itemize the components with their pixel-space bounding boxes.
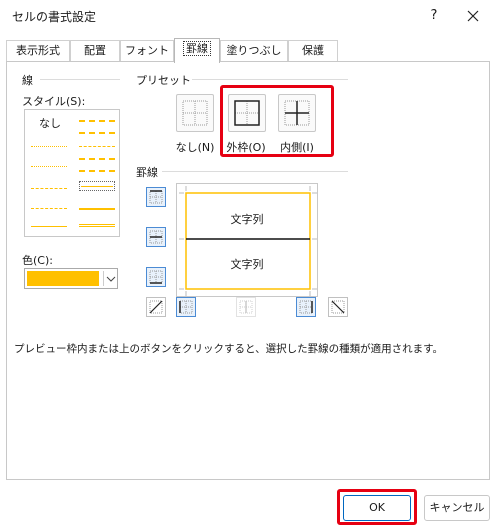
border-top-button[interactable] <box>146 187 166 207</box>
border-outline-icon <box>234 100 260 126</box>
border-bottom-icon <box>149 270 163 284</box>
ok-button[interactable]: OK <box>343 495 411 521</box>
cancel-button[interactable]: キャンセル <box>424 495 490 521</box>
preset-inside-button[interactable] <box>278 94 316 132</box>
tab-font[interactable]: フォント <box>120 40 174 62</box>
close-button[interactable] <box>462 6 484 26</box>
border-right-button[interactable] <box>296 297 316 317</box>
title-bar: セルの書式設定 ? <box>0 0 500 32</box>
tab-fill[interactable]: 塗りつぶし <box>220 40 288 62</box>
border-middle-horizontal-button[interactable] <box>146 227 166 247</box>
border-group-label: 罫線 <box>136 166 158 179</box>
border-preview[interactable]: 文字列 文字列 <box>176 183 318 297</box>
tab-alignment[interactable]: 配置 <box>70 40 120 62</box>
border-none-icon <box>182 100 208 126</box>
line-style-option[interactable] <box>79 120 115 122</box>
diagonal-down-icon <box>331 300 345 314</box>
line-style-option[interactable] <box>79 158 115 160</box>
line-style-option[interactable] <box>31 226 67 227</box>
line-style-list[interactable]: なし <box>24 109 120 237</box>
line-color-dropdown[interactable] <box>24 268 118 289</box>
help-button[interactable]: ? <box>424 6 444 26</box>
diagonal-up-icon <box>149 300 163 314</box>
presets-group-label: プリセット <box>136 74 191 87</box>
divider <box>40 79 120 80</box>
tab-number-format[interactable]: 表示形式 <box>6 40 70 62</box>
color-swatch <box>27 271 99 286</box>
border-diagonal-down-button[interactable] <box>328 297 348 317</box>
border-middle-vertical-button[interactable] <box>236 297 256 317</box>
border-middle-horizontal-icon <box>149 230 163 244</box>
preset-outline-label: 外枠(O) <box>226 141 266 154</box>
preview-borders <box>179 186 317 296</box>
tab-protection[interactable]: 保護 <box>288 40 338 62</box>
description-text: プレビュー枠内または上のボタンをクリックすると、選択した罫線の種類が適用されます… <box>14 343 444 355</box>
line-style-option[interactable] <box>79 132 115 134</box>
line-style-option <box>81 186 113 187</box>
style-none-label: なし <box>39 117 61 130</box>
preset-none-button[interactable] <box>176 94 214 132</box>
line-style-option[interactable] <box>31 208 67 209</box>
line-style-option[interactable] <box>79 170 115 172</box>
line-style-option[interactable] <box>79 224 115 227</box>
border-top-icon <box>149 190 163 204</box>
color-label: 色(C): <box>22 254 53 267</box>
preview-text-top: 文字列 <box>230 213 264 226</box>
divider <box>192 79 348 80</box>
line-style-option[interactable] <box>31 188 67 189</box>
line-style-option[interactable] <box>79 208 115 210</box>
line-style-option[interactable] <box>79 146 115 147</box>
preset-none-label: なし(N) <box>175 141 215 154</box>
divider <box>162 171 348 172</box>
border-left-icon <box>179 300 193 314</box>
dialog-title: セルの書式設定 <box>12 10 97 24</box>
border-diagonal-up-button[interactable] <box>146 297 166 317</box>
border-left-button[interactable] <box>176 297 196 317</box>
style-label: スタイル(S): <box>22 95 86 108</box>
preset-outline-button[interactable] <box>228 94 266 132</box>
border-bottom-button[interactable] <box>146 267 166 287</box>
line-style-option[interactable] <box>31 146 67 147</box>
line-group-label: 線 <box>22 74 33 87</box>
close-icon <box>467 10 479 22</box>
border-inside-icon <box>284 100 310 126</box>
tab-border[interactable]: 罫線 <box>174 38 220 63</box>
line-style-option[interactable] <box>31 166 67 167</box>
chevron-down-icon <box>103 271 117 286</box>
preset-inside-label: 内側(I) <box>280 141 314 154</box>
preview-text-bottom: 文字列 <box>230 258 264 271</box>
border-right-icon <box>299 300 313 314</box>
border-middle-vertical-icon <box>239 300 253 314</box>
